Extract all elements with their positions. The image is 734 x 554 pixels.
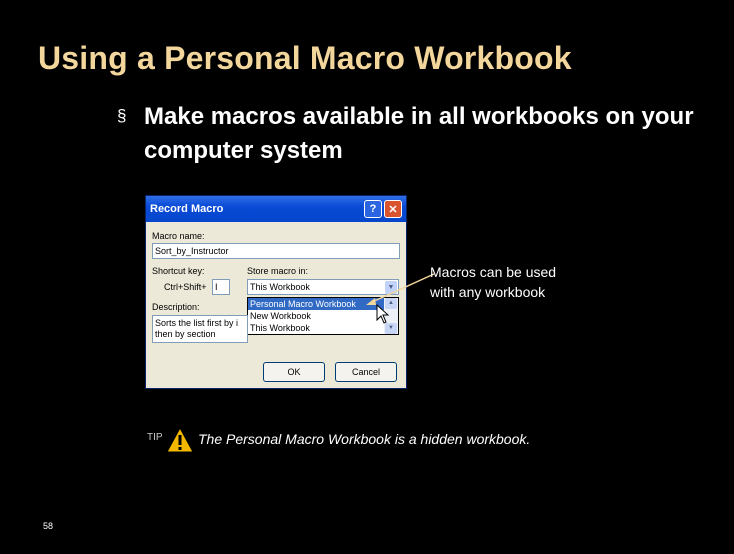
description-input[interactable]: Sorts the list first by i then by sectio… bbox=[152, 315, 248, 343]
macro-name-label: Macro name: bbox=[152, 231, 205, 241]
store-macro-value: This Workbook bbox=[250, 282, 310, 292]
help-button[interactable]: ? bbox=[364, 200, 382, 218]
callout-line: Macros can be used bbox=[430, 264, 557, 280]
dialog-titlebar: Record Macro ? ✕ bbox=[146, 196, 406, 222]
shortcut-key-input[interactable]: I bbox=[212, 279, 230, 295]
cancel-button[interactable]: Cancel bbox=[335, 362, 397, 382]
callout-arrow-icon bbox=[366, 273, 435, 305]
warning-icon bbox=[166, 426, 194, 453]
ok-button[interactable]: OK bbox=[263, 362, 325, 382]
store-macro-label: Store macro in: bbox=[247, 266, 309, 276]
description-line: Sorts the list first by i bbox=[155, 318, 239, 328]
shortcut-key-label: Shortcut key: bbox=[152, 266, 205, 276]
close-button[interactable]: ✕ bbox=[384, 200, 402, 218]
page-number: 58 bbox=[43, 521, 54, 531]
scroll-down-icon[interactable]: ▼ bbox=[385, 323, 397, 334]
macro-name-input[interactable]: Sort_by_Instructor bbox=[152, 243, 400, 259]
bullet-marker: § bbox=[117, 106, 127, 125]
shortcut-prefix: Ctrl+Shift+ bbox=[164, 282, 207, 292]
callout-text: Macros can be used with any workbook bbox=[430, 262, 610, 302]
tip-label: TIP bbox=[147, 432, 163, 443]
tip-text: The Personal Macro Workbook is a hidden … bbox=[198, 431, 531, 447]
callout-line: with any workbook bbox=[430, 284, 546, 300]
dialog-title: Record Macro bbox=[150, 203, 224, 215]
slide-title: Using a Personal Macro Workbook bbox=[38, 40, 572, 76]
description-label: Description: bbox=[152, 302, 200, 312]
bullet-text: Make macros available in all workbooks o… bbox=[144, 103, 694, 164]
description-line: then by section bbox=[155, 329, 216, 339]
